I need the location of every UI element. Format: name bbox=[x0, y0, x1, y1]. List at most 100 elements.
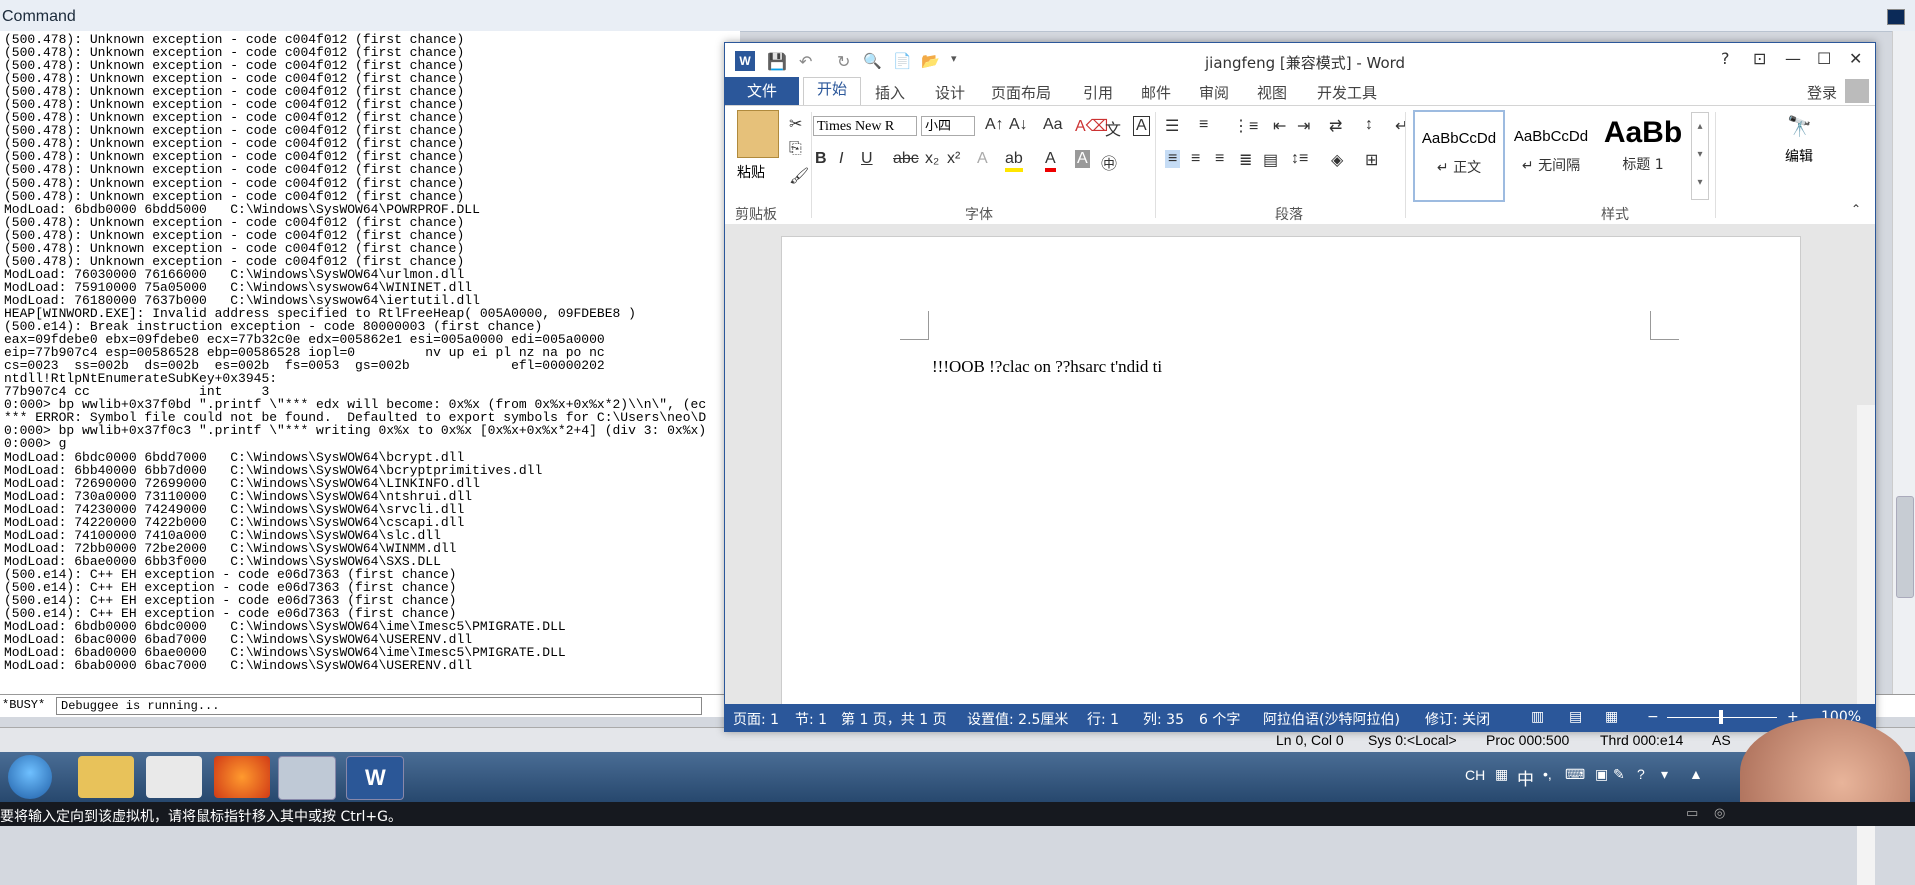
media-player-icon[interactable] bbox=[146, 756, 202, 798]
tab-review[interactable]: 审阅 bbox=[1199, 82, 1229, 103]
zoom-out-button[interactable]: − bbox=[1647, 709, 1659, 725]
print-layout-icon[interactable]: ▤ bbox=[1569, 709, 1582, 725]
editing-button-label[interactable]: 编辑 bbox=[1785, 146, 1813, 166]
sort-icon[interactable]: ↕ bbox=[1365, 116, 1373, 134]
style-normal[interactable]: AaBbCcDd ↵ 正文 bbox=[1413, 110, 1505, 202]
ime-softkeyboard-icon[interactable]: ⌨ bbox=[1565, 766, 1585, 783]
status-page[interactable]: 页面: 1 bbox=[733, 709, 779, 729]
tab-home[interactable]: 开始 bbox=[803, 77, 861, 106]
command-window-icon[interactable] bbox=[1887, 9, 1905, 25]
copy-icon[interactable]: ⎘ bbox=[789, 140, 802, 158]
input-language-indicator[interactable]: CH bbox=[1465, 767, 1485, 783]
multilevel-list-icon[interactable]: ⋮≡ bbox=[1233, 116, 1258, 136]
subscript-icon[interactable]: x₂ bbox=[925, 150, 939, 168]
grow-font-icon[interactable]: A↑ bbox=[985, 116, 1004, 134]
open-folder-icon[interactable]: 📂 bbox=[921, 52, 940, 70]
ime-options-icon[interactable]: ▾ bbox=[1661, 766, 1668, 783]
enclose-characters-icon[interactable]: ㊥ bbox=[1101, 150, 1117, 174]
tab-file[interactable]: 文件 bbox=[725, 77, 799, 105]
change-case-icon[interactable]: Aa bbox=[1043, 116, 1063, 134]
document-page[interactable]: !!!OOB !?clac on ??hsarc t'ndid ti bbox=[781, 236, 1801, 718]
bold-icon[interactable]: B bbox=[815, 150, 827, 168]
character-border-icon[interactable]: A bbox=[1133, 116, 1150, 136]
document-area[interactable]: !!!OOB !?clac on ??hsarc t'ndid ti bbox=[725, 224, 1875, 885]
ribbon-display-button[interactable]: ⊡ bbox=[1753, 49, 1766, 68]
redo-icon[interactable]: ↻ bbox=[837, 52, 855, 71]
justify-icon[interactable]: ≣ bbox=[1239, 150, 1252, 170]
tab-developer[interactable]: 开发工具 bbox=[1317, 82, 1377, 103]
help-icon[interactable]: ? bbox=[1637, 766, 1645, 782]
read-mode-icon[interactable]: ▥ bbox=[1531, 709, 1544, 725]
command-output-pane[interactable]: (500.478): Unknown exception - code c004… bbox=[0, 31, 740, 694]
vm-network-icon[interactable]: ◎ bbox=[1714, 806, 1725, 821]
clear-format-icon[interactable]: A⌫ bbox=[1075, 116, 1108, 136]
signin-link[interactable]: 登录 bbox=[1807, 82, 1837, 103]
style-no-spacing[interactable]: AaBbCcDd ↵ 无间隔 bbox=[1507, 110, 1595, 198]
italic-icon[interactable]: I bbox=[839, 150, 843, 168]
tab-view[interactable]: 视图 bbox=[1257, 82, 1287, 103]
font-color-icon[interactable]: A bbox=[1045, 150, 1056, 172]
status-page-count[interactable]: 第 1 页，共 1 页 bbox=[841, 709, 947, 729]
font-name-select[interactable]: Times New R bbox=[813, 116, 917, 136]
font-size-select[interactable]: 小四 bbox=[921, 116, 975, 136]
phonetic-guide-icon[interactable]: 文 bbox=[1105, 116, 1121, 140]
customize-toolbar-icon[interactable]: ▾ bbox=[951, 52, 969, 70]
align-right-icon[interactable]: ≡ bbox=[1215, 150, 1224, 168]
status-column[interactable]: 列: 35 bbox=[1143, 709, 1184, 729]
character-shading-icon[interactable]: A bbox=[1075, 150, 1090, 168]
close-button[interactable]: ✕ bbox=[1849, 49, 1862, 68]
find-icon[interactable]: 🔭 bbox=[1787, 114, 1812, 139]
numbering-icon[interactable]: ≡ bbox=[1199, 116, 1208, 134]
help-button[interactable]: ? bbox=[1721, 49, 1730, 68]
word-taskbar-icon[interactable]: W bbox=[346, 756, 404, 800]
command-input[interactable]: Debuggee is running... bbox=[56, 697, 702, 715]
command-scrollbar-thumb[interactable] bbox=[1896, 496, 1914, 598]
borders-icon[interactable]: ⊞ bbox=[1365, 150, 1378, 170]
ime-toolbox-icon[interactable]: ✎ bbox=[1613, 766, 1625, 783]
save-icon[interactable]: 💾 bbox=[767, 52, 787, 71]
superscript-icon[interactable]: x² bbox=[947, 150, 960, 168]
command-scrollbar[interactable] bbox=[1892, 31, 1915, 694]
web-layout-icon[interactable]: ▦ bbox=[1605, 709, 1618, 725]
ime-mode-indicator[interactable]: 中 bbox=[1517, 765, 1534, 790]
underline-icon[interactable]: U bbox=[861, 150, 873, 168]
paste-button-label[interactable]: 粘贴 bbox=[737, 162, 765, 182]
windbg-icon[interactable] bbox=[278, 756, 336, 800]
maximize-button[interactable]: ☐ bbox=[1817, 49, 1831, 68]
firefox-icon[interactable] bbox=[214, 756, 270, 798]
show-marks-icon[interactable]: ↵ bbox=[1395, 116, 1408, 136]
status-track-changes[interactable]: 修订: 关闭 bbox=[1425, 709, 1490, 729]
undo-icon[interactable]: ↶ bbox=[799, 52, 817, 71]
format-painter-icon[interactable]: 🖌 bbox=[789, 166, 809, 186]
distributed-icon[interactable]: ▤ bbox=[1263, 150, 1278, 170]
bullets-icon[interactable]: ☰ bbox=[1165, 116, 1179, 136]
styles-scroll[interactable]: ▴ ▾ ▾ bbox=[1691, 112, 1709, 200]
tab-mailings[interactable]: 邮件 bbox=[1141, 82, 1171, 103]
ime-punctuation-icon[interactable]: •, bbox=[1543, 766, 1552, 782]
zoom-slider-thumb[interactable] bbox=[1719, 710, 1723, 724]
shrink-font-icon[interactable]: A↓ bbox=[1009, 116, 1028, 134]
align-left-icon[interactable]: ≡ bbox=[1165, 150, 1181, 168]
paste-icon[interactable] bbox=[737, 110, 779, 158]
align-center-icon[interactable]: ≡ bbox=[1191, 150, 1200, 168]
vm-device-icon[interactable]: ▭ bbox=[1686, 806, 1698, 821]
decrease-indent-icon[interactable]: ⇤ bbox=[1273, 116, 1286, 136]
text-effects-icon[interactable]: A bbox=[977, 150, 988, 168]
status-word-count[interactable]: 6 个字 bbox=[1199, 709, 1240, 729]
status-language[interactable]: 阿拉伯语(沙特阿拉伯) bbox=[1263, 709, 1400, 729]
avatar[interactable] bbox=[1845, 79, 1869, 103]
tab-page-layout[interactable]: 页面布局 bbox=[991, 82, 1051, 103]
status-position[interactable]: 设置值: 2.5厘米 bbox=[967, 709, 1068, 729]
ime-toolbar-icon[interactable]: ▦ bbox=[1495, 766, 1508, 783]
status-section[interactable]: 节: 1 bbox=[795, 709, 827, 729]
file-explorer-icon[interactable] bbox=[78, 756, 134, 798]
tab-insert[interactable]: 插入 bbox=[875, 82, 905, 103]
style-heading1[interactable]: AaBb 标题 1 bbox=[1599, 110, 1687, 198]
shading-icon[interactable]: ◈ bbox=[1331, 150, 1343, 170]
new-document-icon[interactable]: 📄 bbox=[893, 52, 912, 70]
strikethrough-icon[interactable]: abc bbox=[893, 150, 919, 168]
document-text[interactable]: !!!OOB !?clac on ??hsarc t'ndid ti bbox=[932, 357, 1162, 377]
tab-references[interactable]: 引用 bbox=[1083, 82, 1113, 103]
collapse-ribbon-icon[interactable]: ⌃ bbox=[1851, 202, 1861, 216]
line-spacing-icon[interactable]: ↕≡ bbox=[1291, 150, 1308, 168]
